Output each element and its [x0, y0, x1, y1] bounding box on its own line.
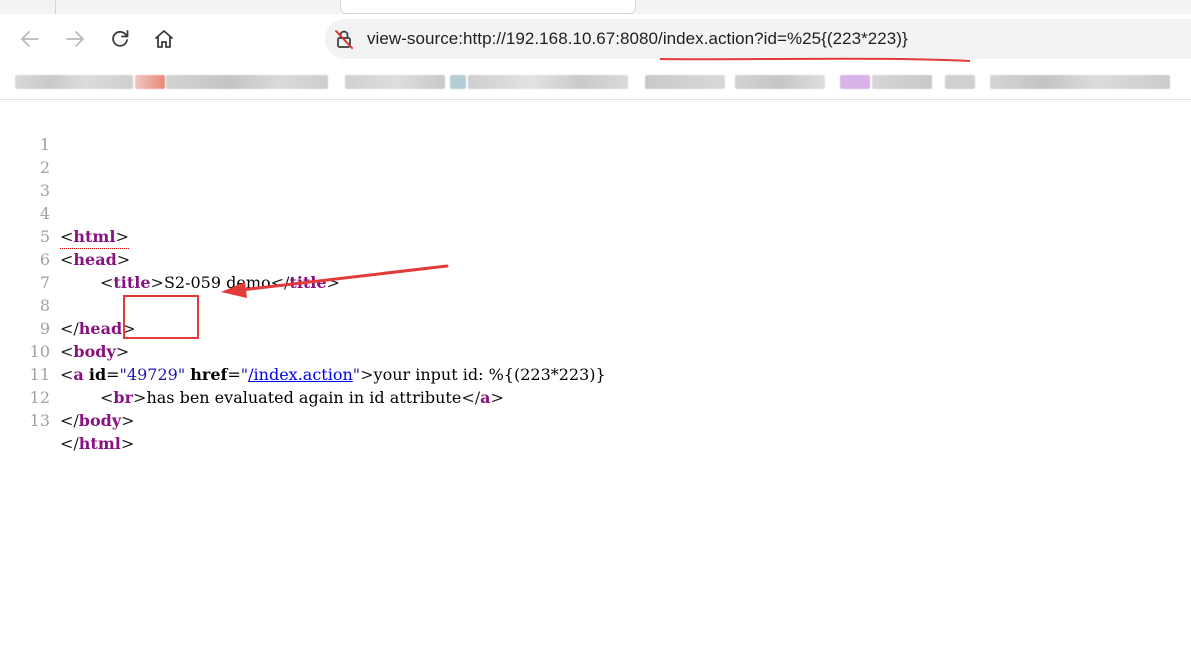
source-line: 4 <html> [0, 179, 129, 249]
arrow-left-icon [21, 31, 39, 47]
evaluated-id-value: 49729 [126, 365, 178, 384]
source-line: 9 <body> [0, 294, 129, 361]
bookmark-item[interactable] [345, 75, 445, 89]
head-open-tag: <head> [60, 250, 131, 269]
bookmark-item[interactable] [450, 75, 466, 89]
source-line: 3 [0, 156, 50, 200]
source-line: 6 <title>S2-059 demo</title> [0, 225, 340, 292]
line11-text: has ben evaluated again in id attribute [146, 388, 462, 407]
source-line: 13 </html> [0, 386, 135, 453]
bookmark-item[interactable] [735, 75, 825, 89]
line-number: 13 [29, 411, 50, 430]
anchor-element: <a id="49729" href="/index.action">your … [60, 365, 606, 384]
bookmark-item[interactable] [15, 75, 133, 89]
source-line: 8 </head> [0, 271, 136, 338]
bookmark-item[interactable] [945, 75, 975, 89]
source-line: 5 <head> [0, 202, 130, 269]
forward-button[interactable] [60, 24, 90, 54]
annotation-arrow [221, 264, 449, 298]
html-open-tag: <html> [60, 225, 129, 249]
source-line: 2 [0, 133, 50, 177]
arrow-right-icon [66, 31, 84, 47]
source-line: 1 [0, 110, 50, 154]
url-text[interactable]: view-source:http://192.168.10.67:8080/in… [367, 29, 908, 49]
bookmark-item[interactable] [468, 75, 628, 89]
bookmark-item[interactable] [990, 75, 1170, 89]
bookmark-item[interactable] [872, 75, 932, 89]
reload-button[interactable] [105, 24, 135, 54]
address-bar[interactable]: view-source:http://192.168.10.67:8080/in… [325, 19, 1191, 62]
html-close-tag: </html> [60, 434, 135, 453]
back-button[interactable] [15, 24, 45, 54]
active-tab[interactable] [340, 0, 636, 14]
tab-strip [0, 0, 1191, 14]
source-line: 11 <br>has ben evaluated again in id att… [0, 340, 504, 407]
bookmark-item[interactable] [166, 75, 328, 89]
bookmark-item[interactable] [840, 75, 870, 89]
annotation-highlight-box [123, 295, 199, 339]
anchor-text: your input id: %{(223*223)} [373, 365, 606, 384]
reload-icon [112, 30, 129, 47]
browser-toolbar: view-source:http://192.168.10.67:8080/in… [0, 14, 1191, 64]
bookmark-item[interactable] [135, 75, 165, 89]
source-line: 7 [0, 248, 50, 292]
tab-divider [55, 0, 56, 14]
url-annotation-underline [660, 57, 970, 62]
body-close-tag: </body> [60, 411, 135, 430]
home-icon [155, 30, 173, 48]
href-link[interactable]: /index.action [248, 365, 353, 384]
bookmark-item[interactable] [645, 75, 725, 89]
source-view: 1 2 3 4 <html> 5 <head> 6 <title>S2-059 … [0, 100, 1191, 647]
bookmarks-bar [0, 64, 1191, 100]
not-secure-lock-icon [335, 30, 353, 49]
source-line: 10 <a id="49729" href="/index.action">yo… [0, 317, 606, 384]
source-line: 12 </body> [0, 363, 135, 430]
home-button[interactable] [149, 24, 179, 54]
br-text-line: <br>has ben evaluated again in id attrib… [100, 388, 504, 407]
body-open-tag: <body> [60, 342, 130, 361]
